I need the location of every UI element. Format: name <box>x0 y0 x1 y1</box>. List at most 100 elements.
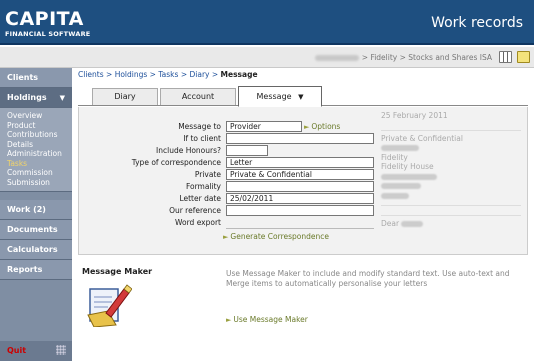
brand-subtitle: FINANCIAL SOFTWARE <box>5 30 91 38</box>
preview-dear: Dear <box>381 219 400 228</box>
message-maker-icon <box>87 284 132 327</box>
arrow-right-icon: ► <box>304 123 310 131</box>
sidebar-item-work[interactable]: Work (2) <box>0 200 72 220</box>
preview-salutation: Dear <box>381 219 521 229</box>
redacted-text <box>381 183 421 189</box>
generate-correspondence-link[interactable]: ► Generate Correspondence <box>223 232 329 241</box>
redacted-text <box>381 173 437 180</box>
tab-message-label: Message <box>256 92 292 101</box>
arrow-right-icon: ► <box>223 233 229 241</box>
private-label: Private <box>194 170 221 179</box>
our-reference-row: Our reference <box>79 205 379 217</box>
our-reference-input[interactable] <box>226 205 374 216</box>
formality-select[interactable] <box>226 181 374 192</box>
sidebar-item-calculators[interactable]: Calculators <box>0 240 72 260</box>
word-export-row: Word export <box>79 217 379 229</box>
letter-preview: 25 February 2011 Private & Confidential … <box>381 111 521 229</box>
if-to-client-field[interactable] <box>226 133 374 144</box>
include-honours-row: Include Honours? <box>79 145 379 157</box>
redacted-text <box>381 145 419 151</box>
sidebar-item-holdings[interactable]: Holdings ▼ <box>0 88 72 108</box>
quit-button[interactable]: Quit <box>0 341 72 361</box>
sidebar-subitem-submission[interactable]: Submission <box>7 178 72 188</box>
message-maker-description: Use Message Maker to include and modify … <box>226 269 510 288</box>
message-to-row: Message to Provider ► Options <box>79 121 379 133</box>
message-form: Message to Provider ► Options If to clien… <box>78 107 528 255</box>
message-maker-panel: Message Maker Use Message Maker to inclu… <box>78 261 528 333</box>
quit-label: Quit <box>7 346 27 355</box>
type-select[interactable]: Letter <box>226 157 374 168</box>
message-to-label: Message to <box>178 122 221 131</box>
formality-label: Formality <box>185 182 221 191</box>
preview-company: Fidelity <box>381 152 408 162</box>
preview-redacted-line <box>381 143 521 153</box>
include-honours-label: Include Honours? <box>156 146 221 155</box>
brand-name: CAPITA <box>5 8 84 30</box>
redacted-text <box>401 221 424 227</box>
options-link[interactable]: ► Options <box>304 122 340 131</box>
sidebar-subitem-contributions[interactable]: Contributions <box>7 130 72 140</box>
breadcrumb-tasks[interactable]: Tasks <box>158 70 178 79</box>
sidebar-subitem-product[interactable]: Product <box>7 121 72 131</box>
client-context-bar: > Fidelity > Stocks and Shares ISA <box>0 47 534 68</box>
options-link-label: Options <box>311 122 341 131</box>
main-content: Clients > Holdings > Tasks > Diary > Mes… <box>72 68 534 361</box>
type-row: Type of correspondence Letter <box>79 157 379 169</box>
sidebar-item-reports[interactable]: Reports <box>0 260 72 280</box>
preview-confidential: Private & Confidential <box>381 133 463 143</box>
type-label: Type of correspondence <box>131 158 221 167</box>
sidebar-subitem-commission[interactable]: Commission <box>7 168 72 178</box>
sidebar: Clients Holdings ▼ Overview Product Cont… <box>0 68 72 361</box>
if-to-client-row: If to client <box>79 133 379 145</box>
preview-date: 25 February 2011 <box>381 111 448 120</box>
sidebar-subitem-overview[interactable]: Overview <box>7 111 72 121</box>
use-message-maker-link[interactable]: ► Use Message Maker <box>226 315 308 324</box>
word-export-label: Word export <box>175 218 221 227</box>
sidebar-item-holdings-label: Holdings <box>7 93 47 102</box>
breadcrumb: Clients > Holdings > Tasks > Diary > Mes… <box>78 70 258 79</box>
app-header: CAPITA FINANCIAL SOFTWARE Work records <box>0 0 534 45</box>
arrow-right-icon: ► <box>226 316 232 324</box>
tab-diary[interactable]: Diary <box>92 88 158 105</box>
preview-divider <box>381 121 521 131</box>
generate-correspondence-label: Generate Correspondence <box>230 232 329 241</box>
preview-redacted-line <box>381 191 521 201</box>
grid-view-icon[interactable] <box>499 51 512 63</box>
redacted-client-name <box>314 55 359 61</box>
sticky-note-icon[interactable] <box>517 51 530 63</box>
tab-bar: Diary Account Message ▼ <box>78 86 528 107</box>
chevron-down-icon: ▼ <box>59 94 65 102</box>
preview-house: Fidelity House <box>381 162 434 171</box>
breadcrumb-clients[interactable]: Clients <box>78 70 104 79</box>
sidebar-subitem-tasks[interactable]: Tasks <box>7 159 72 169</box>
sidebar-subitem-administration[interactable]: Administration <box>7 149 72 159</box>
word-export-divider <box>226 228 374 229</box>
chevron-down-icon[interactable]: ▼ <box>298 93 303 101</box>
resize-grip-icon <box>56 345 66 355</box>
message-maker-title: Message Maker <box>82 267 153 276</box>
include-honours-field[interactable] <box>226 145 268 156</box>
breadcrumb-holdings[interactable]: Holdings <box>115 70 148 79</box>
sidebar-item-documents[interactable]: Documents <box>0 220 72 240</box>
preview-redacted-line <box>381 172 521 182</box>
use-message-maker-label: Use Message Maker <box>233 315 308 324</box>
holdings-submenu: Overview Product Contributions Details A… <box>0 108 72 192</box>
our-reference-label: Our reference <box>169 206 221 215</box>
sidebar-item-clients[interactable]: Clients <box>0 68 72 88</box>
preview-divider <box>381 206 521 216</box>
if-to-client-label: If to client <box>183 134 221 143</box>
letter-date-input[interactable]: 25/02/2011 <box>226 193 374 204</box>
breadcrumb-diary[interactable]: Diary <box>190 70 210 79</box>
client-path-text[interactable]: > Fidelity > Stocks and Shares ISA <box>362 53 492 62</box>
formality-row: Formality <box>79 181 379 193</box>
client-path: > Fidelity > Stocks and Shares ISA <box>314 53 492 62</box>
capita-logo: CAPITA FINANCIAL SOFTWARE <box>5 9 90 38</box>
tab-account[interactable]: Account <box>160 88 236 105</box>
message-to-select[interactable]: Provider <box>226 121 302 132</box>
sidebar-subitem-details[interactable]: Details <box>7 140 72 150</box>
redacted-text <box>381 192 409 199</box>
preview-redacted-line <box>381 181 521 191</box>
private-row: Private Private & Confidential <box>79 169 379 181</box>
private-select[interactable]: Private & Confidential <box>226 169 374 180</box>
tab-message[interactable]: Message ▼ <box>238 86 322 107</box>
